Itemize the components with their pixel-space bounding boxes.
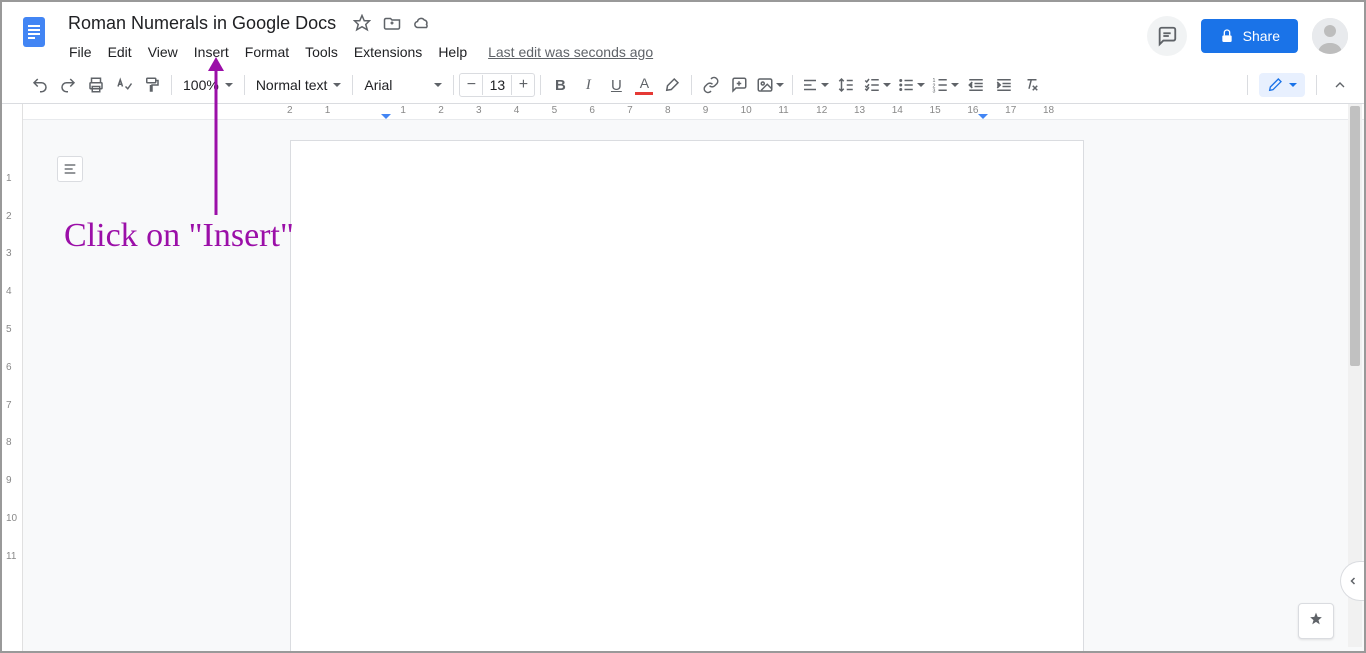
font-size-value[interactable]: 13 xyxy=(482,75,512,95)
highlight-button[interactable] xyxy=(658,71,686,99)
toolbar: 100% Normal text Arial − 13 + B I U A 12… xyxy=(2,66,1364,104)
canvas xyxy=(23,120,1364,651)
chevron-down-icon xyxy=(776,83,784,87)
document-page[interactable] xyxy=(290,140,1084,651)
separator xyxy=(1316,75,1317,95)
increase-indent-button[interactable] xyxy=(990,71,1018,99)
paint-format-button[interactable] xyxy=(138,71,166,99)
menu-view[interactable]: View xyxy=(141,40,185,64)
account-avatar[interactable] xyxy=(1312,18,1348,54)
undo-button[interactable] xyxy=(26,71,54,99)
workspace: 1 2 3 4 5 6 7 8 9 10 11 2 1 1 2 3 4 5 6 xyxy=(2,104,1364,651)
numbered-list-button[interactable]: 123 xyxy=(928,71,962,99)
clear-formatting-button[interactable] xyxy=(1018,71,1046,99)
chevron-down-icon xyxy=(917,83,925,87)
menu-format[interactable]: Format xyxy=(238,40,296,64)
comments-button[interactable] xyxy=(1147,16,1187,56)
menu-tools[interactable]: Tools xyxy=(298,40,345,64)
align-button[interactable] xyxy=(798,71,832,99)
redo-button[interactable] xyxy=(54,71,82,99)
pencil-icon xyxy=(1267,77,1283,93)
font-value: Arial xyxy=(364,77,392,93)
separator xyxy=(792,75,793,95)
italic-button[interactable]: I xyxy=(574,71,602,99)
separator xyxy=(691,75,692,95)
hide-menus-button[interactable] xyxy=(1328,73,1352,97)
spellcheck-button[interactable] xyxy=(110,71,138,99)
svg-text:3: 3 xyxy=(933,89,936,95)
editing-mode-button[interactable] xyxy=(1259,73,1305,97)
chevron-down-icon xyxy=(333,83,341,87)
separator xyxy=(352,75,353,95)
underline-button[interactable]: U xyxy=(602,71,630,99)
move-icon[interactable] xyxy=(382,13,402,33)
indent-marker-right[interactable] xyxy=(978,109,988,119)
menu-file[interactable]: File xyxy=(62,40,99,64)
menu-extensions[interactable]: Extensions xyxy=(347,40,429,64)
checklist-button[interactable] xyxy=(860,71,894,99)
insert-link-button[interactable] xyxy=(697,71,725,99)
document-title[interactable]: Roman Numerals in Google Docs xyxy=(62,11,342,36)
lock-icon xyxy=(1219,28,1235,44)
show-outline-button[interactable] xyxy=(57,156,83,182)
explore-button[interactable] xyxy=(1298,603,1334,639)
separator xyxy=(1247,75,1248,95)
scrollbar-thumb[interactable] xyxy=(1350,106,1360,366)
font-size-increase[interactable]: + xyxy=(512,74,534,96)
bulleted-list-button[interactable] xyxy=(894,71,928,99)
last-edit-link[interactable]: Last edit was seconds ago xyxy=(488,44,653,60)
chevron-down-icon xyxy=(821,83,829,87)
zoom-select[interactable]: 100% xyxy=(177,71,239,99)
insert-image-button[interactable] xyxy=(753,71,787,99)
share-button[interactable]: Share xyxy=(1201,19,1298,53)
add-comment-button[interactable] xyxy=(725,71,753,99)
indent-marker-left[interactable] xyxy=(381,109,391,119)
vertical-ruler[interactable]: 1 2 3 4 5 6 7 8 9 10 11 xyxy=(2,104,23,651)
chevron-down-icon xyxy=(225,83,233,87)
chevron-down-icon xyxy=(1289,83,1297,87)
text-color-button[interactable]: A xyxy=(630,71,658,99)
chevron-down-icon xyxy=(883,83,891,87)
separator xyxy=(244,75,245,95)
bold-button[interactable]: B xyxy=(546,71,574,99)
menu-insert[interactable]: Insert xyxy=(187,40,236,64)
styles-select[interactable]: Normal text xyxy=(250,71,348,99)
app-bar: Roman Numerals in Google Docs File Edit … xyxy=(2,2,1364,66)
separator xyxy=(171,75,172,95)
separator xyxy=(540,75,541,95)
decrease-indent-button[interactable] xyxy=(962,71,990,99)
docs-logo[interactable] xyxy=(14,12,54,52)
styles-value: Normal text xyxy=(256,77,328,93)
menu-help[interactable]: Help xyxy=(431,40,474,64)
chevron-down-icon xyxy=(951,83,959,87)
chevron-down-icon xyxy=(434,83,442,87)
cloud-icon[interactable] xyxy=(412,13,432,33)
menu-bar: File Edit View Insert Format Tools Exten… xyxy=(62,38,1147,66)
zoom-value: 100% xyxy=(183,77,219,93)
share-label: Share xyxy=(1243,28,1280,44)
font-select[interactable]: Arial xyxy=(358,71,448,99)
main-area: 2 1 1 2 3 4 5 6 7 8 9 10 11 12 13 14 15 … xyxy=(23,104,1364,651)
line-spacing-button[interactable] xyxy=(832,71,860,99)
header-right: Share xyxy=(1147,16,1352,56)
title-area: Roman Numerals in Google Docs File Edit … xyxy=(62,10,1147,66)
print-button[interactable] xyxy=(82,71,110,99)
separator xyxy=(453,75,454,95)
star-icon[interactable] xyxy=(352,13,372,33)
horizontal-ruler[interactable]: 2 1 1 2 3 4 5 6 7 8 9 10 11 12 13 14 15 … xyxy=(23,104,1364,120)
font-size-group: − 13 + xyxy=(459,73,535,97)
font-size-decrease[interactable]: − xyxy=(460,74,482,96)
menu-edit[interactable]: Edit xyxy=(101,40,139,64)
